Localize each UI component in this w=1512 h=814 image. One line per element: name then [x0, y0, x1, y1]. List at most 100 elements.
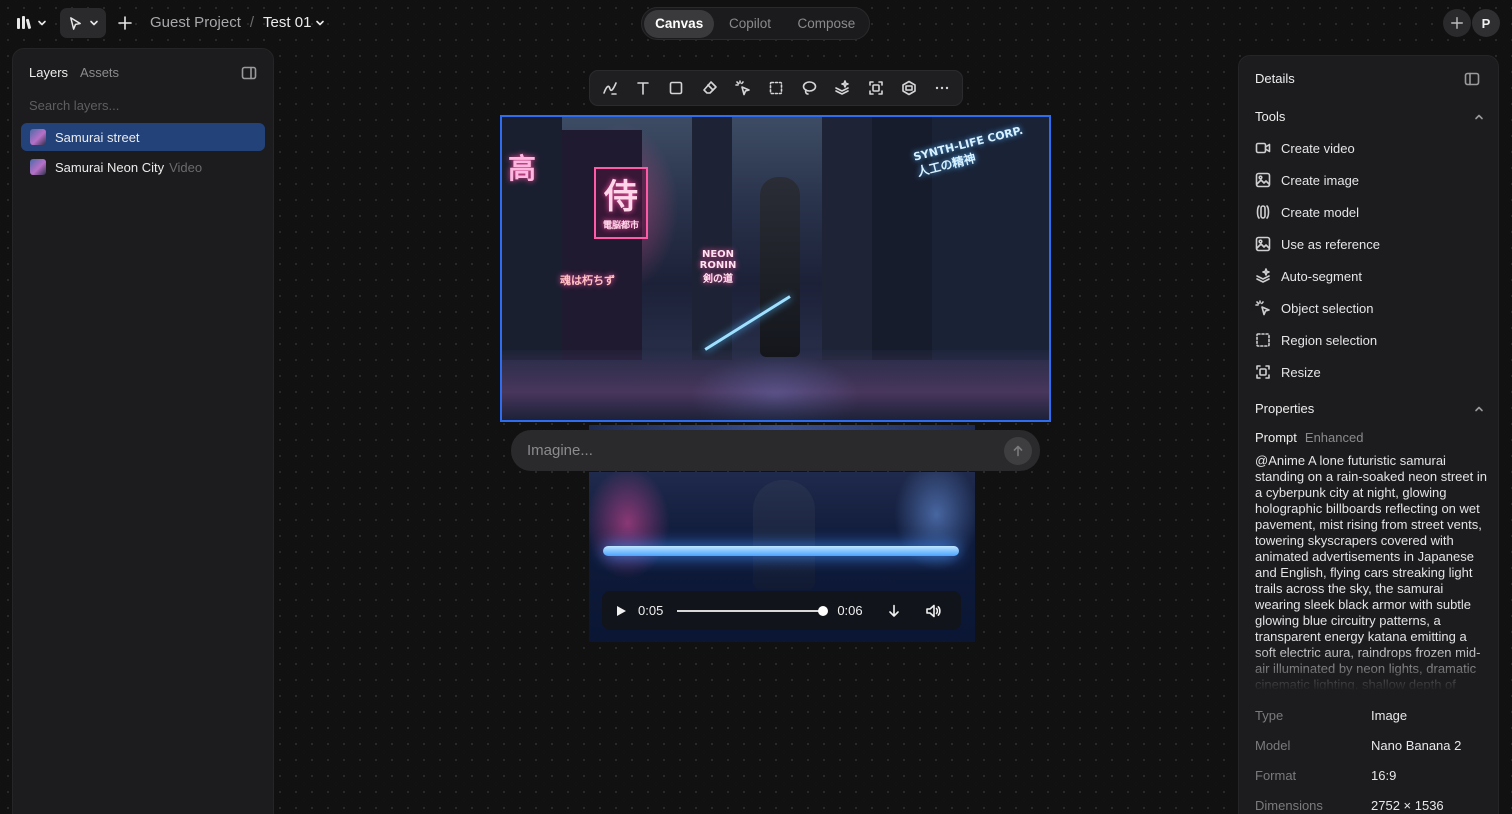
region-selection-item[interactable]: Region selection: [1255, 332, 1377, 348]
auto-segment-item[interactable]: Auto-segment: [1255, 268, 1362, 284]
video-seek-bar[interactable]: [677, 605, 829, 616]
video-icon: [1255, 142, 1271, 154]
model-tool[interactable]: [896, 75, 922, 101]
tools-section-header[interactable]: Tools: [1255, 109, 1484, 124]
sign-neon-ronin: NEON RONIN: [699, 249, 737, 271]
text-tool[interactable]: [630, 75, 656, 101]
collapse-right-panel-button[interactable]: [1464, 71, 1480, 87]
eraser-tool[interactable]: [697, 75, 723, 101]
sign-blade-way: 剣の道: [703, 274, 733, 285]
eraser-icon: [702, 81, 717, 94]
tab-prompt[interactable]: Prompt: [1255, 430, 1297, 445]
region-select-tool[interactable]: [763, 75, 789, 101]
breadcrumb-separator: /: [249, 14, 255, 31]
video-current-time: 0:05: [638, 603, 664, 618]
layer-thumbnail: [30, 129, 46, 145]
property-row: Type Image: [1255, 708, 1485, 723]
model-icon: [901, 80, 916, 96]
top-bar: Guest Project / Test 01 Canvas Copilot C…: [0, 0, 1512, 46]
chevron-up-icon: [1475, 406, 1483, 411]
breadcrumb-project[interactable]: Guest Project: [150, 14, 241, 31]
canvas-video-samurai-neon-city[interactable]: 0:05 0:06: [589, 472, 975, 642]
auto-segment-icon: [835, 80, 850, 95]
property-key: Model: [1255, 738, 1291, 753]
object-selection-icon: [1255, 300, 1270, 316]
tab-layers[interactable]: Layers: [29, 65, 68, 80]
neon-sign-ronin: NEON RONIN 剣の道: [698, 249, 738, 285]
mode-tabs: Canvas Copilot Compose: [641, 7, 870, 40]
prompt-text: @Anime A lone futuristic samurai standin…: [1255, 453, 1487, 691]
tool-label: Region selection: [1281, 332, 1378, 348]
lasso-icon: [802, 81, 817, 95]
property-key: Type: [1255, 708, 1284, 723]
building: [562, 130, 642, 360]
properties-section-header[interactable]: Properties: [1255, 401, 1484, 416]
add-button[interactable]: [113, 11, 137, 35]
use-as-reference-item[interactable]: Use as reference: [1255, 236, 1380, 252]
sign-kanji: 侍: [604, 177, 638, 217]
create-image-item[interactable]: Create image: [1255, 172, 1359, 188]
rectangle-tool[interactable]: [663, 75, 689, 101]
resize-tool[interactable]: [863, 75, 889, 101]
play-button[interactable]: [614, 604, 628, 618]
resize-item[interactable]: Resize: [1255, 364, 1321, 380]
layer-item[interactable]: Samurai Neon City Video: [21, 153, 265, 181]
property-row: Dimensions 2752 × 1536: [1255, 798, 1485, 813]
properties-heading: Properties: [1255, 401, 1315, 416]
tab-compose[interactable]: Compose: [786, 10, 867, 38]
chevron-down-icon: [316, 20, 325, 25]
street-reflection: [502, 350, 1049, 420]
object-select-tool[interactable]: [730, 75, 756, 101]
share-add-button[interactable]: [1443, 9, 1471, 37]
sidebar-toggle-icon: [1464, 72, 1480, 86]
create-model-item[interactable]: Create model: [1255, 204, 1359, 220]
region-selection-icon: [1256, 333, 1270, 347]
tab-copilot[interactable]: Copilot: [714, 10, 785, 38]
tool-label: Create model: [1281, 204, 1360, 220]
video-controls: 0:05 0:06: [602, 591, 961, 630]
object-selection-item[interactable]: Object selection: [1255, 300, 1374, 316]
tab-canvas[interactable]: Canvas: [644, 9, 715, 38]
imagine-input[interactable]: [527, 442, 1004, 459]
tools-heading: Tools: [1255, 109, 1286, 124]
property-row: Model Nano Banana 2: [1255, 738, 1485, 753]
neon-sign-left: 高: [508, 152, 537, 185]
download-button[interactable]: [887, 604, 901, 618]
draw-tool[interactable]: [597, 75, 623, 101]
tool-label: Auto-segment: [1281, 268, 1362, 284]
logo-icon: [17, 16, 32, 29]
download-icon: [888, 604, 899, 617]
more-icon: [935, 86, 949, 90]
property-value: 2752 × 1536: [1371, 798, 1444, 813]
layer-item[interactable]: Samurai street: [21, 123, 265, 151]
layer-type-tag: Video: [169, 159, 203, 175]
more-tools-button[interactable]: [929, 75, 955, 101]
video-seek-handle[interactable]: [818, 605, 829, 616]
send-button[interactable]: [1004, 436, 1032, 465]
video-samurai-figure: [753, 480, 815, 590]
arrow-up-icon: [1013, 445, 1023, 456]
auto-segment-tool[interactable]: [829, 75, 855, 101]
property-key: Dimensions: [1255, 798, 1323, 813]
neon-sign-kanji: 侍 電脳都市: [594, 167, 648, 239]
search-layers-input[interactable]: [29, 95, 259, 115]
building: [822, 117, 872, 360]
rectangle-icon: [670, 81, 683, 95]
auto-segment-icon: [1256, 268, 1270, 283]
lasso-tool[interactable]: [796, 75, 822, 101]
canvas-image-samurai-street[interactable]: 高 侍 電脳都市 魂は朽ちず NEON RONIN 剣の道 SYNTH-LIFE…: [500, 115, 1051, 422]
prompt-tabs: Prompt Enhanced: [1255, 430, 1363, 445]
tool-label: Resize: [1281, 364, 1321, 380]
property-key: Format: [1255, 768, 1297, 783]
app-menu-button[interactable]: [16, 10, 47, 36]
collapse-left-panel-button[interactable]: [241, 65, 257, 81]
tab-enhanced[interactable]: Enhanced: [1305, 430, 1364, 445]
breadcrumb-file[interactable]: Test 01: [263, 14, 325, 31]
create-video-item[interactable]: Create video: [1255, 140, 1355, 156]
tool-label: Create image: [1281, 172, 1360, 188]
chevron-up-icon: [1475, 114, 1483, 119]
avatar[interactable]: P: [1472, 9, 1500, 37]
tab-assets[interactable]: Assets: [80, 65, 119, 80]
volume-button[interactable]: [925, 603, 941, 619]
pointer-tool-button[interactable]: [60, 8, 106, 38]
